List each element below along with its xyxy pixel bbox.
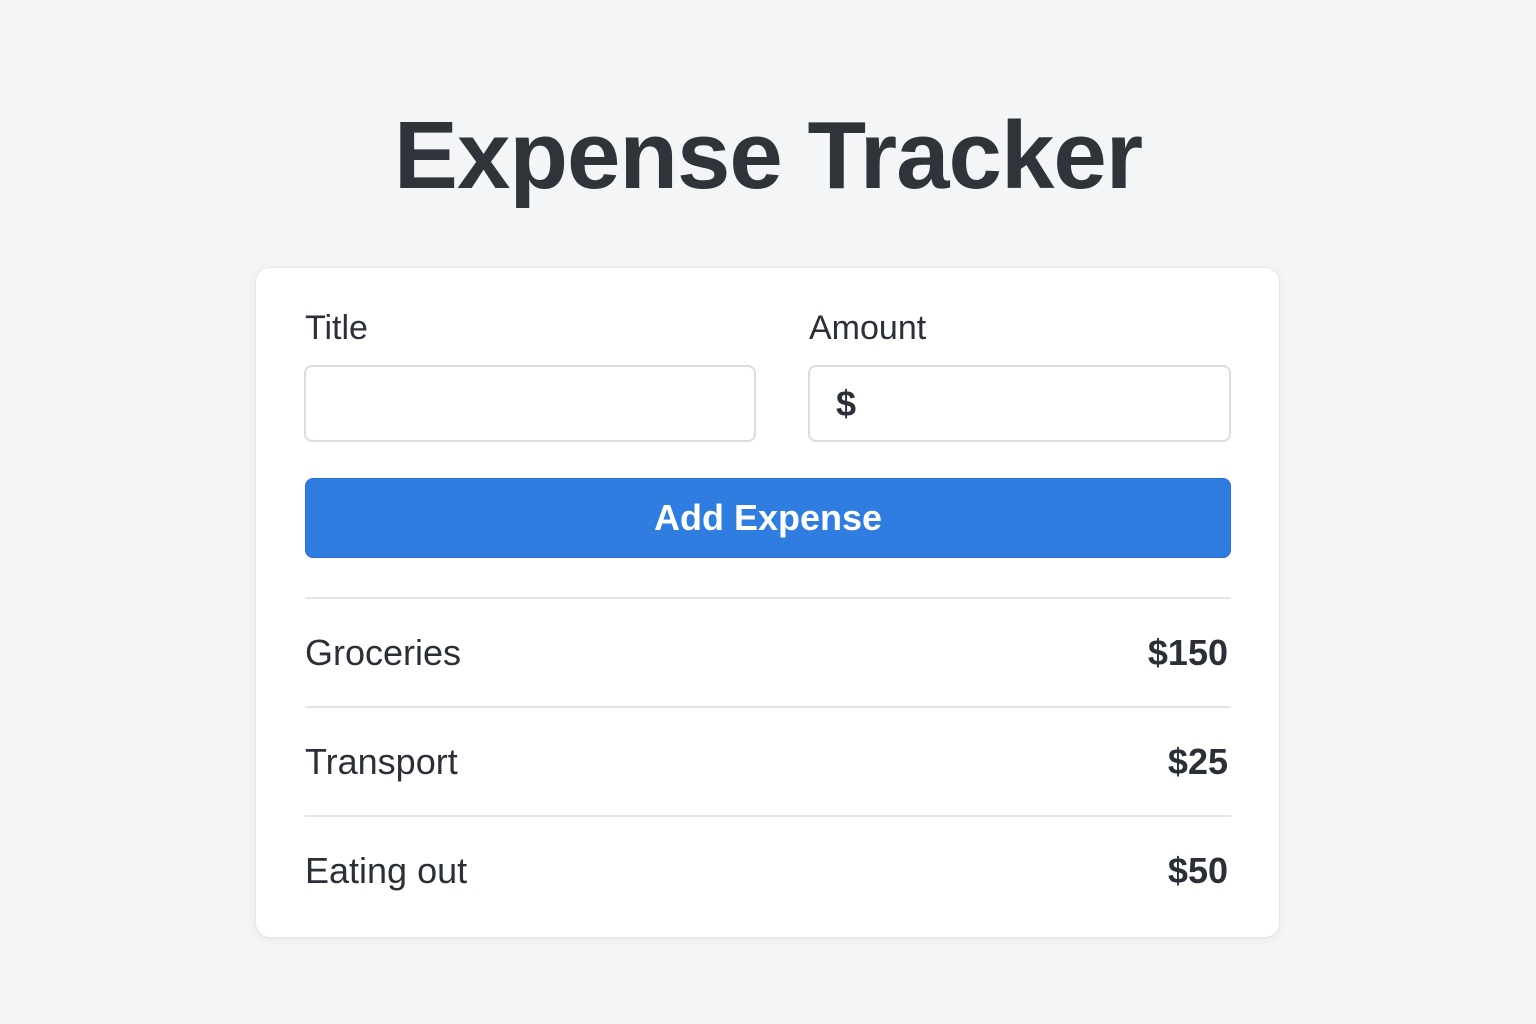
expense-amount: $50	[1167, 849, 1228, 891]
expense-title: Eating out	[305, 849, 468, 891]
amount-label: Amount	[809, 309, 927, 347]
expense-amount: $25	[1167, 740, 1228, 782]
expense-title: Transport	[305, 740, 458, 782]
expense-row: Transport $25	[305, 706, 1231, 815]
dollar-sign-icon: $	[836, 382, 857, 424]
amount-input[interactable]	[862, 367, 1229, 440]
expense-amount: $150	[1147, 631, 1228, 673]
page-title: Expense Tracker	[393, 102, 1143, 209]
expense-title: Groceries	[305, 631, 462, 673]
title-label: Title	[305, 309, 368, 347]
expense-card: Title Amount $ Add Expense Groceries $15…	[256, 268, 1279, 937]
title-input[interactable]	[306, 367, 754, 440]
expense-row: Groceries $150	[305, 597, 1231, 706]
expense-list: Groceries $150 Transport $25 Eating out …	[305, 597, 1231, 924]
title-input-wrapper	[304, 365, 756, 442]
expense-row: Eating out $50	[305, 815, 1231, 924]
amount-input-wrapper: $	[808, 365, 1231, 442]
add-expense-button[interactable]: Add Expense	[305, 478, 1231, 558]
